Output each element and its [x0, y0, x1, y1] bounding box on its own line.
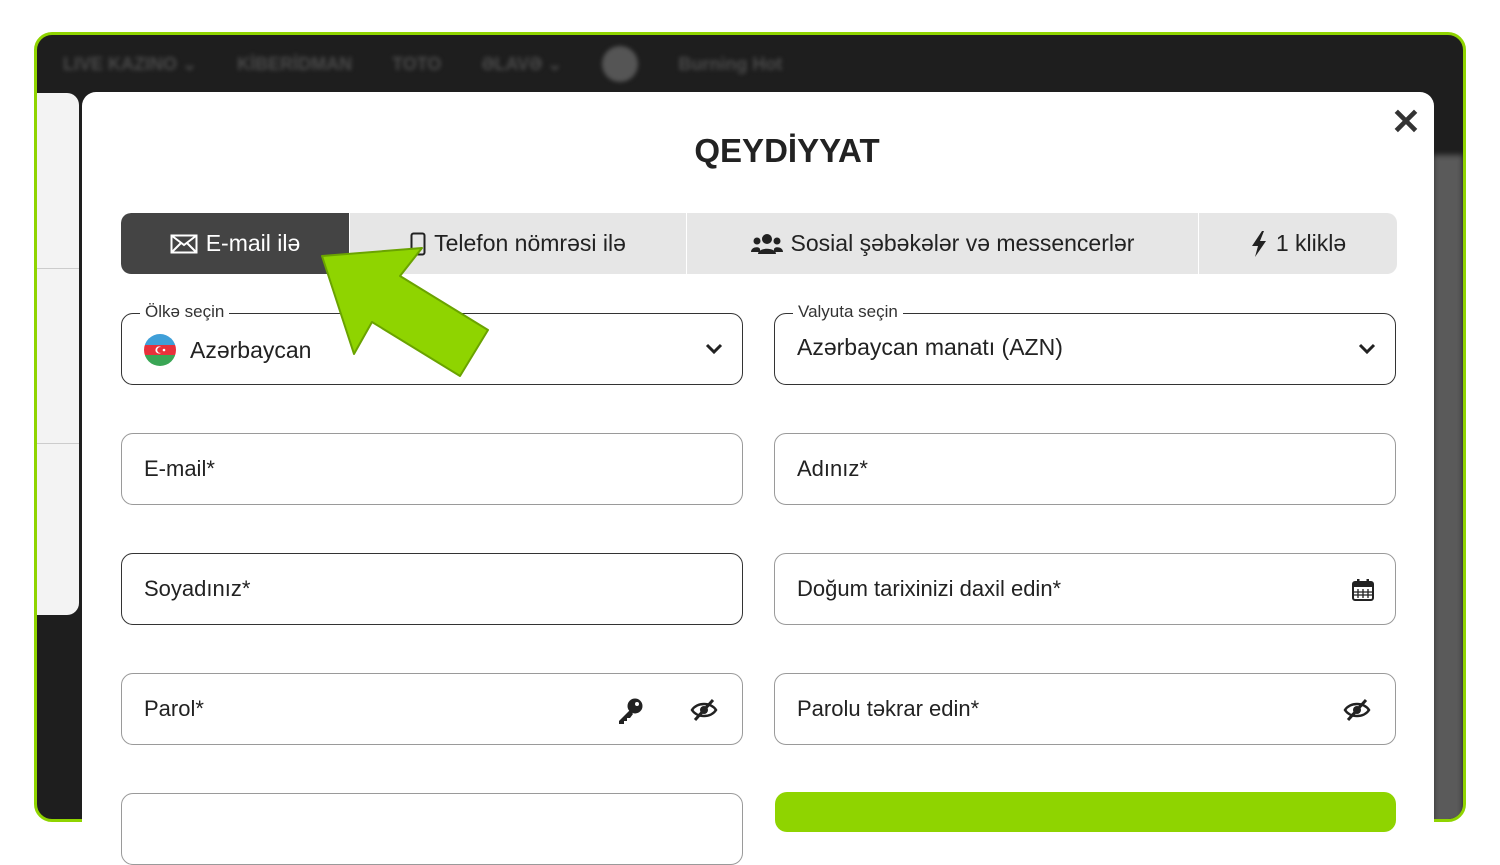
first-name-field-placeholder: Adınız* — [797, 456, 868, 481]
nav-item-live-casino[interactable]: LIVE KAZINO ⌄ — [63, 54, 197, 75]
country-select-legend: Ölkə seçin — [140, 301, 230, 323]
nav-item-more[interactable]: ƏLAVƏ ⌄ — [481, 54, 562, 75]
lightning-icon — [1251, 230, 1266, 257]
top-navigation: LIVE KAZINO ⌄ KİBERİDMAN TOTO ƏLAVƏ ⌄ Bu… — [37, 35, 1463, 93]
background-content — [1433, 155, 1463, 819]
tab-one-click[interactable]: 1 kliklə — [1199, 213, 1397, 274]
nav-item-toto[interactable]: TOTO — [392, 54, 441, 75]
first-name-field[interactable]: Adınız* — [774, 433, 1396, 505]
chevron-down-icon — [1358, 343, 1376, 355]
key-icon[interactable] — [616, 698, 644, 724]
users-icon — [750, 233, 783, 254]
currency-select-value-wrap: Azərbaycan manatı (AZN) — [797, 334, 1063, 361]
submit-button[interactable] — [775, 792, 1396, 832]
tab-one-click-label: 1 kliklə — [1275, 230, 1347, 256]
game-logo-icon — [602, 46, 639, 82]
currency-select-legend: Valyuta seçin — [793, 301, 903, 323]
nav-item-burning-hot[interactable]: Burning Hot — [678, 54, 782, 75]
currency-select[interactable]: Valyuta seçin Azərbaycan manatı (AZN) — [774, 301, 1396, 385]
azerbaijan-flag-icon — [144, 334, 176, 366]
email-field[interactable]: E-mail* — [121, 433, 743, 505]
chevron-down-icon — [705, 343, 723, 355]
modal-title: QEYDİYYAT — [694, 132, 880, 169]
country-select-value: Azərbaycan — [190, 336, 312, 363]
password-repeat-field-placeholder: Parolu təkrar edin* — [797, 696, 980, 721]
pointer-arrow-icon — [321, 247, 489, 377]
nav-item-cyber-sport[interactable]: KİBERİDMAN — [237, 54, 352, 75]
calendar-icon[interactable] — [1351, 578, 1375, 602]
currency-select-value: Azərbaycan manatı (AZN) — [797, 334, 1063, 360]
birth-date-field-placeholder: Doğum tarixinizi daxil edin* — [797, 576, 1062, 601]
divider — [37, 268, 79, 269]
tab-social-label: Sosial şəbəkələr və messencerlər — [790, 230, 1135, 256]
eye-slash-icon[interactable] — [1343, 698, 1371, 722]
envelope-icon — [170, 234, 198, 253]
country-select-value-wrap: Azərbaycan — [144, 334, 311, 366]
background-panel — [37, 93, 79, 615]
tab-email-label: E-mail ilə — [205, 230, 301, 256]
eye-slash-icon[interactable] — [690, 698, 718, 722]
promo-code-field[interactable] — [121, 793, 743, 865]
last-name-field-placeholder: Soyadınız* — [144, 576, 251, 601]
email-field-placeholder: E-mail* — [144, 456, 215, 481]
divider — [37, 443, 79, 444]
password-field-placeholder: Parol* — [144, 696, 204, 721]
password-field[interactable]: Parol* — [121, 673, 743, 745]
last-name-field[interactable]: Soyadınız* — [121, 553, 743, 625]
password-repeat-field[interactable]: Parolu təkrar edin* — [774, 673, 1396, 745]
birth-date-field[interactable]: Doğum tarixinizi daxil edin* — [774, 553, 1396, 625]
tab-social[interactable]: Sosial şəbəkələr və messencerlər — [687, 213, 1199, 274]
